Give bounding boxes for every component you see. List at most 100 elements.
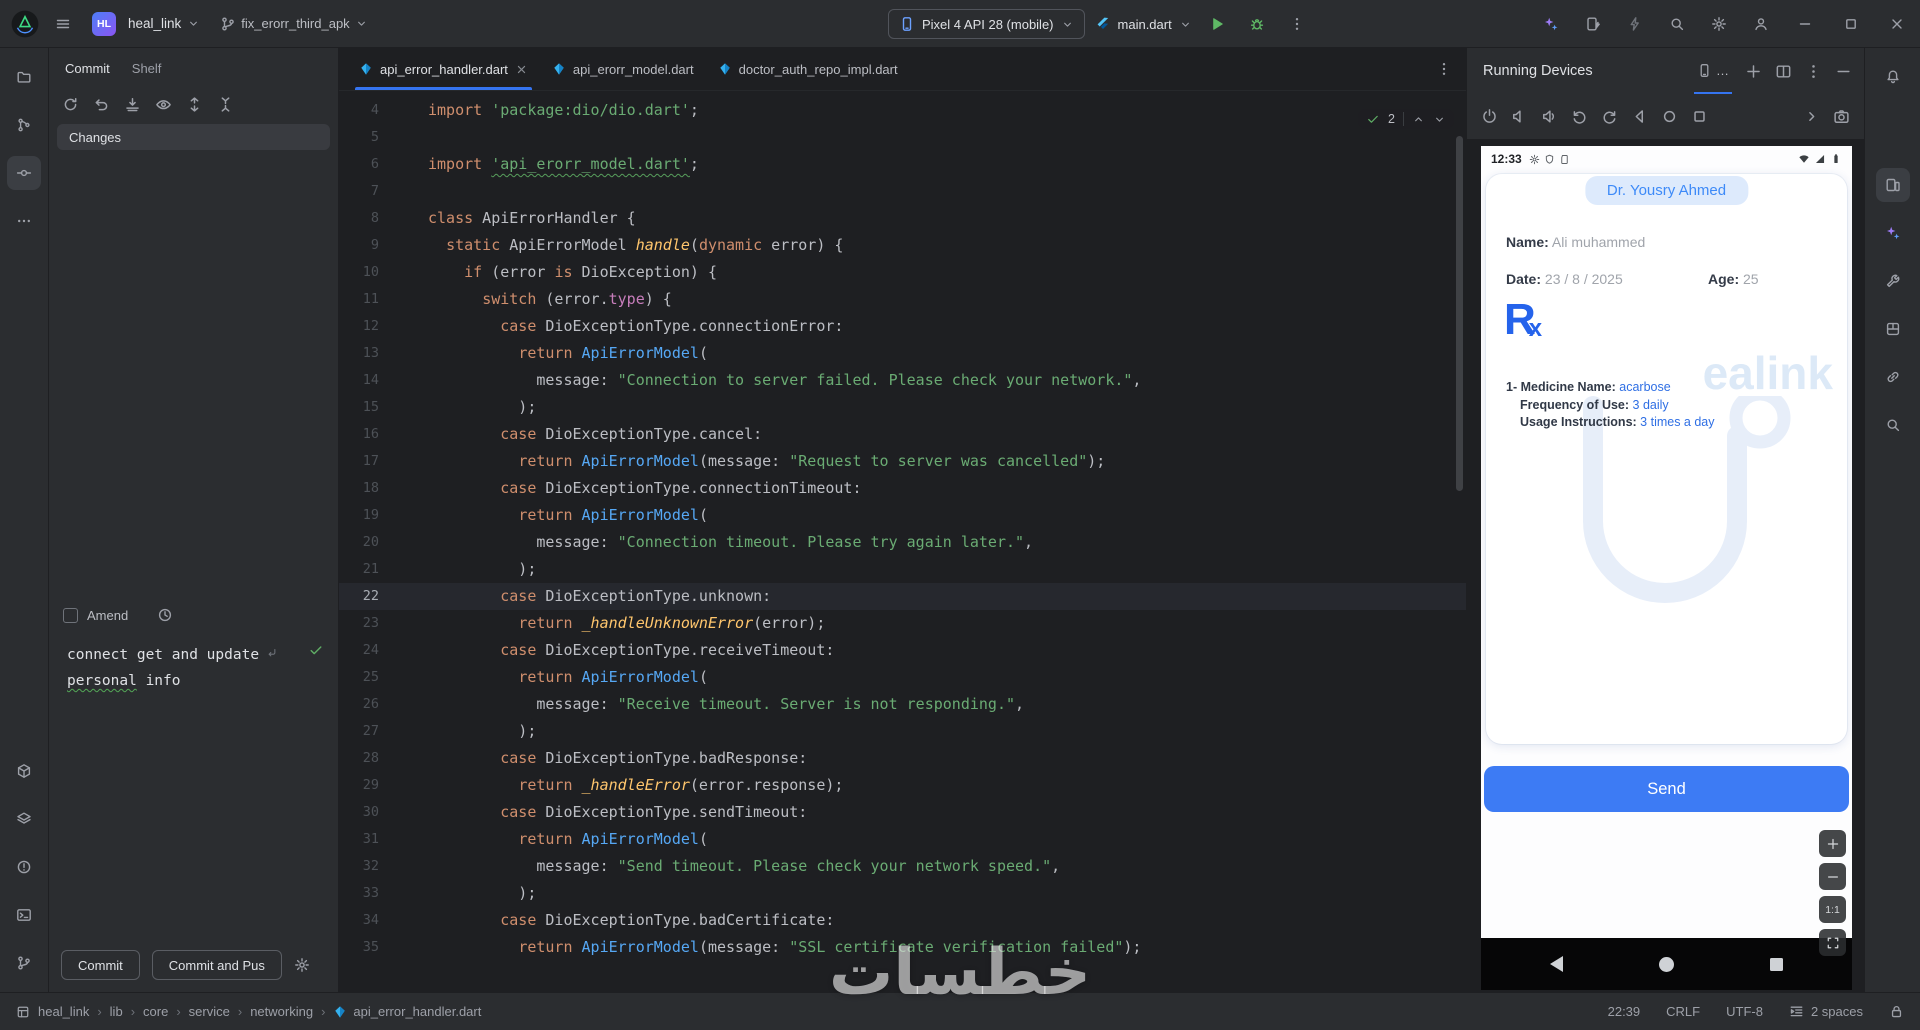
zoom-reset-button[interactable]: 1:1 bbox=[1819, 896, 1846, 923]
view-options-icon[interactable] bbox=[155, 96, 172, 113]
code-line[interactable]: 5 bbox=[339, 124, 1466, 151]
code-line[interactable]: 19 return ApiErrorModel( bbox=[339, 502, 1466, 529]
build-tools-button[interactable] bbox=[1876, 264, 1910, 298]
code-line[interactable]: 23 return _handleUnknownError(error); bbox=[339, 610, 1466, 637]
code-line[interactable]: 17 return ApiErrorModel(message: "Reques… bbox=[339, 448, 1466, 475]
window-close-button[interactable] bbox=[1874, 0, 1920, 48]
add-device-icon[interactable] bbox=[1745, 63, 1762, 80]
commit-history-icon[interactable] bbox=[157, 607, 173, 623]
commit-tool-button[interactable] bbox=[7, 156, 41, 190]
dependencies-tool-button[interactable] bbox=[7, 754, 41, 788]
code-line[interactable]: 22 case DioExceptionType.unknown: bbox=[339, 583, 1466, 610]
zoom-fit-button[interactable] bbox=[1819, 929, 1846, 956]
volume-up-icon[interactable] bbox=[1541, 108, 1558, 125]
code-line[interactable]: 11 switch (error.type) { bbox=[339, 286, 1466, 313]
project-widget[interactable]: HL heal_link bbox=[86, 9, 206, 39]
code-line[interactable]: 7 bbox=[339, 178, 1466, 205]
changes-tree-node[interactable]: Changes bbox=[57, 124, 330, 150]
code-line[interactable]: 15 ); bbox=[339, 394, 1466, 421]
commit-and-push-button[interactable]: Commit and Pus bbox=[151, 950, 282, 980]
encoding-indicator[interactable]: UTF-8 bbox=[1726, 1004, 1763, 1019]
code-line[interactable]: 12 case DioExceptionType.connectionError… bbox=[339, 313, 1466, 340]
prev-problem-icon[interactable] bbox=[1412, 113, 1425, 126]
code-line[interactable]: 27 ); bbox=[339, 718, 1466, 745]
zoom-out-button[interactable] bbox=[1819, 863, 1846, 890]
line-ending-indicator[interactable]: CRLF bbox=[1666, 1004, 1700, 1019]
breadcrumb[interactable]: heal_link › lib › core › service › networkin… bbox=[16, 1004, 481, 1019]
terminal-tool-button[interactable] bbox=[7, 898, 41, 932]
panel-options-icon[interactable] bbox=[1805, 63, 1822, 80]
code-line[interactable]: 35 return ApiErrorModel(message: "SSL ce… bbox=[339, 934, 1466, 961]
shelve-icon[interactable] bbox=[124, 96, 141, 113]
plugins-tool-button[interactable] bbox=[1876, 312, 1910, 346]
code-line[interactable]: 8 class ApiErrorHandler { bbox=[339, 205, 1466, 232]
code-line[interactable]: 10 if (error is DioException) { bbox=[339, 259, 1466, 286]
more-actions-button[interactable] bbox=[1282, 9, 1312, 39]
refresh-icon[interactable] bbox=[62, 96, 79, 113]
vcs-branch-widget[interactable]: fix_erorr_third_apk bbox=[214, 9, 373, 39]
more-tool-windows-button[interactable] bbox=[7, 204, 41, 238]
code-line[interactable]: 20 message: "Connection timeout. Please … bbox=[339, 529, 1466, 556]
split-panel-icon[interactable] bbox=[1775, 63, 1792, 80]
window-maximize-button[interactable] bbox=[1828, 0, 1874, 48]
rotate-left-icon[interactable] bbox=[1571, 108, 1588, 125]
tab-shelf[interactable]: Shelf bbox=[132, 61, 162, 76]
code-line[interactable]: 6 import 'api_erorr_model.dart'; bbox=[339, 151, 1466, 178]
hide-panel-icon[interactable] bbox=[1835, 63, 1852, 80]
version-control-tool-button[interactable] bbox=[7, 946, 41, 980]
collapse-all-icon[interactable] bbox=[217, 96, 234, 113]
tab-commit[interactable]: Commit bbox=[65, 61, 110, 76]
device-tab[interactable]: … bbox=[1694, 48, 1732, 94]
editor-tab[interactable]: doctor_auth_repo_impl.dart bbox=[706, 48, 910, 90]
ai-assistant-tool-button[interactable] bbox=[1876, 216, 1910, 250]
code-line[interactable]: 28 case DioExceptionType.badResponse: bbox=[339, 745, 1466, 772]
code-line[interactable]: 32 message: "Send timeout. Please check … bbox=[339, 853, 1466, 880]
nav-back-icon[interactable] bbox=[1550, 956, 1563, 972]
gradle-tool-button[interactable] bbox=[1876, 360, 1910, 394]
search-everywhere-button[interactable] bbox=[1660, 7, 1694, 41]
nav-home-icon[interactable] bbox=[1659, 956, 1674, 972]
expand-all-icon[interactable] bbox=[186, 96, 203, 113]
commit-options-icon[interactable] bbox=[294, 957, 310, 973]
lock-icon[interactable] bbox=[1889, 1004, 1904, 1019]
commit-message-input[interactable]: connect get and update personal info bbox=[57, 634, 330, 934]
code-line[interactable]: 25 return ApiErrorModel( bbox=[339, 664, 1466, 691]
run-button[interactable] bbox=[1202, 9, 1232, 39]
power-icon[interactable] bbox=[1481, 108, 1498, 125]
debug-button[interactable] bbox=[1242, 9, 1272, 39]
zoom-in-button[interactable] bbox=[1819, 830, 1846, 857]
settings-button[interactable] bbox=[1702, 7, 1736, 41]
amend-checkbox[interactable] bbox=[63, 607, 78, 623]
editor-tab[interactable]: api_erorr_model.dart bbox=[540, 48, 706, 90]
code-line[interactable]: 24 case DioExceptionType.receiveTimeout: bbox=[339, 637, 1466, 664]
project-tool-button[interactable] bbox=[7, 60, 41, 94]
profiler-button[interactable] bbox=[1618, 7, 1652, 41]
send-button[interactable]: Send bbox=[1484, 766, 1849, 812]
editor-tab-active[interactable]: api_error_handler.dart bbox=[347, 48, 540, 90]
close-tab-icon[interactable] bbox=[515, 63, 528, 76]
inspections-widget[interactable]: 2 bbox=[1358, 109, 1454, 129]
more-toolbar-icon[interactable] bbox=[1803, 108, 1820, 125]
device-selector[interactable]: Pixel 4 API 28 (mobile) bbox=[888, 9, 1085, 39]
emulator-screen[interactable]: 12:33 ealink Dr. Yousry Ahmed Name: Ali … bbox=[1481, 146, 1852, 990]
run-configuration-selector[interactable]: main.dart bbox=[1095, 16, 1192, 32]
ai-assistant-button[interactable] bbox=[1534, 7, 1568, 41]
code-line[interactable]: 16 case DioExceptionType.cancel: bbox=[339, 421, 1466, 448]
code-line[interactable]: 18 case DioExceptionType.connectionTimeo… bbox=[339, 475, 1466, 502]
indent-indicator[interactable]: 2 spaces bbox=[1789, 1004, 1863, 1019]
build-variants-tool-button[interactable] bbox=[7, 802, 41, 836]
rotate-right-icon[interactable] bbox=[1601, 108, 1618, 125]
code-line[interactable]: 9 static ApiErrorModel handle(dynamic er… bbox=[339, 232, 1466, 259]
screenshot-icon[interactable] bbox=[1833, 108, 1850, 125]
nav-recents-icon[interactable] bbox=[1770, 957, 1783, 971]
code-line[interactable]: 30 case DioExceptionType.sendTimeout: bbox=[339, 799, 1466, 826]
code-line[interactable]: 4 import 'package:dio/dio.dart'; bbox=[339, 97, 1466, 124]
window-minimize-button[interactable] bbox=[1782, 0, 1828, 48]
cursor-position[interactable]: 22:39 bbox=[1608, 1004, 1641, 1019]
code-line[interactable]: 29 return _handleError(error.response); bbox=[339, 772, 1466, 799]
editor-scrollbar[interactable] bbox=[1456, 136, 1463, 491]
code-line[interactable]: 34 case DioExceptionType.badCertificate: bbox=[339, 907, 1466, 934]
running-devices-button[interactable] bbox=[1875, 168, 1910, 202]
home-icon[interactable] bbox=[1661, 108, 1678, 125]
history-tool-button[interactable] bbox=[7, 108, 41, 142]
